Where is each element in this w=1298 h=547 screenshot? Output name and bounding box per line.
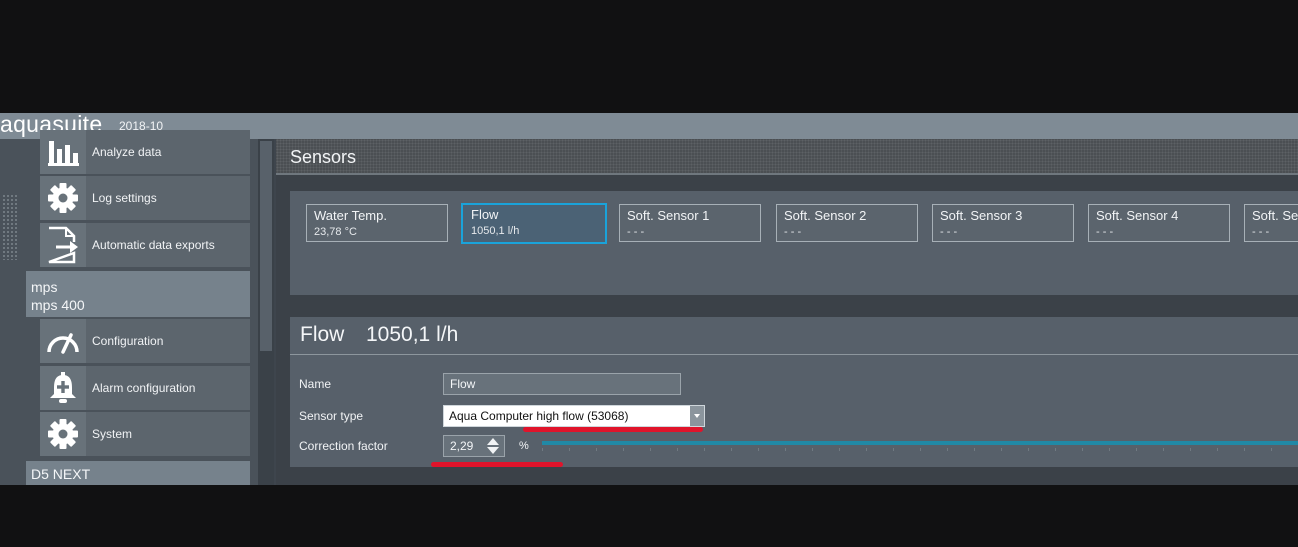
sensor-tile-soft-sensor-1[interactable]: Soft. Sensor 1 - - - xyxy=(619,204,761,242)
device-group-mps[interactable]: mps mps 400 xyxy=(26,271,250,317)
slider-ticks xyxy=(542,448,1298,451)
sensor-tile-value: - - - xyxy=(627,226,645,238)
sidebar-scrollbar[interactable] xyxy=(258,139,274,485)
device-group-label: D5 NEXT xyxy=(31,466,91,482)
sensor-tile-soft-sensor-4[interactable]: Soft. Sensor 4 - - - xyxy=(1088,204,1230,242)
main-panel: Sensors Water Temp. 23,78 °C Flow 1050,1… xyxy=(276,139,1298,485)
drag-handle[interactable] xyxy=(2,194,18,260)
alarm-bell-icon xyxy=(40,366,86,410)
sensor-name-field[interactable]: Flow xyxy=(443,373,681,395)
sensor-tile-value: - - - xyxy=(940,226,958,238)
annotation-underline-sensor-type xyxy=(523,427,703,432)
sidebar: Analyze data Log settings Automatic data… xyxy=(0,130,258,485)
sensor-tile-value: - - - xyxy=(1252,226,1270,238)
sidebar-item-system[interactable]: System xyxy=(40,412,250,456)
sensor-tile-name: Soft. Sensor 5 xyxy=(1252,208,1298,223)
spin-down-icon[interactable] xyxy=(487,447,499,454)
spin-up-icon[interactable] xyxy=(487,438,499,445)
sensor-tile-soft-sensor-3[interactable]: Soft. Sensor 3 - - - xyxy=(932,204,1074,242)
sidebar-item-label: Configuration xyxy=(92,334,164,348)
sensor-detail-name: Flow xyxy=(300,323,345,346)
name-label: Name xyxy=(299,377,332,391)
export-document-icon xyxy=(40,223,86,267)
sidebar-item-label: Alarm configuration xyxy=(92,381,196,395)
sensor-type-select[interactable]: Aqua Computer high flow (53068) xyxy=(443,405,705,427)
device-model: mps 400 xyxy=(31,297,85,313)
sensor-type-value: Aqua Computer high flow (53068) xyxy=(449,409,629,423)
sensor-tile-value: 23,78 °C xyxy=(314,226,357,238)
device-group-d5-next[interactable]: D5 NEXT xyxy=(26,461,250,485)
sidebar-item-alarm-configuration[interactable]: Alarm configuration xyxy=(40,366,250,410)
page-header: Sensors xyxy=(276,139,1298,175)
page-title: Sensors xyxy=(290,147,357,167)
correction-factor-label: Correction factor xyxy=(299,439,388,453)
gear-icon xyxy=(40,412,86,456)
sensor-detail-header: Flow 1050,1 l/h xyxy=(290,317,1298,355)
sensor-tile-name: Soft. Sensor 3 xyxy=(940,208,1023,223)
sensor-detail-value: 1050,1 l/h xyxy=(366,323,459,346)
sidebar-item-automatic-data-exports[interactable]: Automatic data exports xyxy=(40,223,250,267)
sidebar-item-analyze-data[interactable]: Analyze data xyxy=(40,130,250,174)
sensor-tile-name: Soft. Sensor 4 xyxy=(1096,208,1179,223)
sensor-tile-value: 1050,1 l/h xyxy=(471,225,520,237)
sensor-tile-name: Soft. Sensor 2 xyxy=(784,208,867,223)
device-name: mps xyxy=(31,279,58,295)
gear-icon xyxy=(40,176,86,220)
sensor-tile-water-temp[interactable]: Water Temp. 23,78 °C xyxy=(306,204,448,242)
annotation-underline-correction-factor xyxy=(431,462,563,467)
app-window: aquasuite 2018-10 Analyze data Log setti… xyxy=(0,113,1298,485)
sidebar-item-label: Analyze data xyxy=(92,145,162,159)
bar-chart-icon xyxy=(40,130,86,174)
sidebar-item-label: Automatic data exports xyxy=(92,238,215,252)
sensor-tile-value: - - - xyxy=(784,226,802,238)
sensor-tile-value: - - - xyxy=(1096,226,1114,238)
sensor-detail-panel: Flow 1050,1 l/h Name Flow Sensor type Aq… xyxy=(290,317,1298,467)
sensor-type-label: Sensor type xyxy=(299,409,364,423)
sensor-tile-name: Soft. Sensor 1 xyxy=(627,208,710,223)
correction-factor-stepper[interactable]: 2,29 xyxy=(443,435,505,457)
sensor-tile-list: Water Temp. 23,78 °C Flow 1050,1 l/h Sof… xyxy=(290,191,1298,295)
scrollbar-thumb[interactable] xyxy=(260,141,272,351)
sensor-tile-name: Flow xyxy=(471,207,499,222)
sensor-tile-soft-sensor-2[interactable]: Soft. Sensor 2 - - - xyxy=(776,204,918,242)
sidebar-item-configuration[interactable]: Configuration xyxy=(40,319,250,363)
correction-factor-unit: % xyxy=(519,440,529,452)
sidebar-item-label: System xyxy=(92,427,133,441)
sensor-tile-name: Water Temp. xyxy=(314,208,387,223)
chevron-down-icon[interactable] xyxy=(690,406,704,426)
gauge-icon xyxy=(40,319,86,363)
sidebar-item-log-settings[interactable]: Log settings xyxy=(40,176,250,220)
sensor-tile-soft-sensor-5[interactable]: Soft. Sensor 5 - - - xyxy=(1244,204,1298,242)
correction-factor-value: 2,29 xyxy=(450,439,474,453)
correction-factor-slider[interactable] xyxy=(542,441,1298,445)
content-area: Water Temp. 23,78 °C Flow 1050,1 l/h Sof… xyxy=(276,175,1298,485)
sidebar-item-label: Log settings xyxy=(92,191,157,205)
sensor-tile-flow[interactable]: Flow 1050,1 l/h xyxy=(461,203,607,244)
